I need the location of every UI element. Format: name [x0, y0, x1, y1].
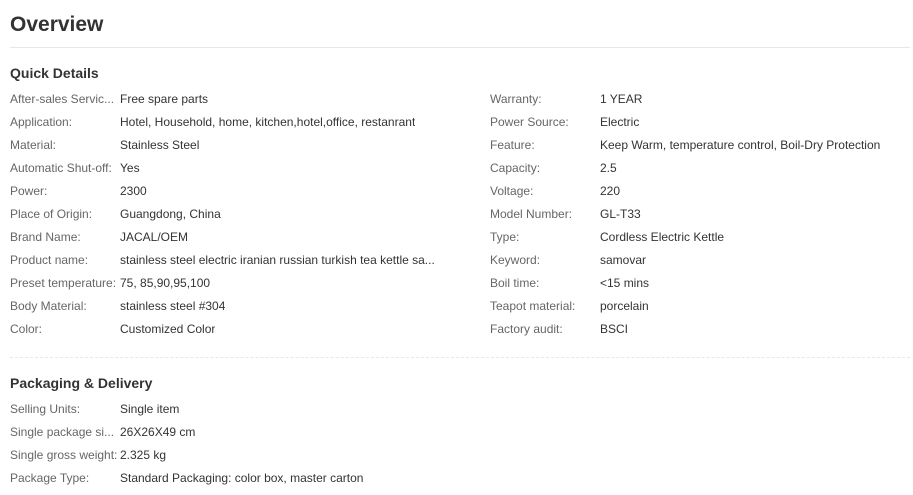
detail-value: Yes — [120, 161, 140, 175]
detail-label: After-sales Servic... — [10, 92, 115, 106]
detail-value: 1 YEAR — [600, 92, 643, 106]
detail-value: samovar — [600, 253, 647, 267]
detail-label: Feature: — [490, 138, 535, 152]
detail-value: Keep Warm, temperature control, Boil-Dry… — [600, 138, 881, 152]
detail-value: Guangdong, China — [120, 207, 221, 221]
detail-label: Color: — [10, 322, 43, 336]
detail-value: Hotel, Household, home, kitchen,hotel,of… — [120, 115, 416, 129]
detail-label: Brand Name: — [10, 230, 81, 244]
detail-label: Place of Origin: — [10, 207, 93, 221]
detail-row-type: Type: Cordless Electric Kettle — [490, 226, 910, 249]
detail-row-model-number: Model Number: GL-T33 — [490, 203, 910, 226]
detail-label: Power Source: — [490, 115, 569, 129]
packaging-label: Selling Units: — [10, 402, 81, 416]
detail-value: stainless steel #304 — [120, 299, 226, 313]
detail-label: Preset temperature: — [10, 276, 117, 290]
detail-row-body-material: Body Material: stainless steel #304 — [10, 295, 480, 318]
detail-row-keyword: Keyword: samovar — [490, 249, 910, 272]
page-title: Overview — [10, 13, 104, 36]
detail-row-automatic-shutoff: Automatic Shut-off: Yes — [10, 157, 480, 180]
detail-value: BSCI — [600, 322, 629, 336]
packaging-value: Single item — [120, 402, 180, 416]
detail-value: Electric — [600, 115, 640, 129]
detail-row-warranty: Warranty: 1 YEAR — [490, 88, 910, 111]
detail-row-power: Power: 2300 — [10, 180, 480, 203]
detail-value: 220 — [600, 184, 621, 198]
detail-value: porcelain — [600, 299, 649, 313]
packaging-value: 2.325 kg — [120, 448, 167, 462]
detail-row-voltage: Voltage: 220 — [490, 180, 910, 203]
packaging-label: Package Type: — [10, 471, 90, 485]
title-divider — [10, 47, 910, 48]
detail-label: Capacity: — [490, 161, 541, 175]
detail-label: Keyword: — [490, 253, 541, 267]
detail-label: Application: — [10, 115, 73, 129]
detail-value: 75, 85,90,95,100 — [120, 276, 211, 290]
detail-value: JACAL/OEM — [120, 230, 189, 244]
detail-row-color: Color: Customized Color — [10, 318, 480, 341]
detail-value: 2.5 — [600, 161, 617, 175]
detail-value: Free spare parts — [120, 92, 209, 106]
detail-label: Model Number: — [490, 207, 573, 221]
detail-label: Power: — [10, 184, 48, 198]
detail-row-product-name: Product name: stainless steel electric i… — [10, 249, 480, 272]
detail-row-material: Material: Stainless Steel — [10, 134, 480, 157]
detail-row-power-source: Power Source: Electric — [490, 111, 910, 134]
detail-value: Stainless Steel — [120, 138, 200, 152]
detail-label: Teapot material: — [490, 299, 576, 313]
detail-label: Product name: — [10, 253, 89, 267]
quick-details-right-column: Warranty: 1 YEAR Power Source: Electric … — [490, 88, 910, 341]
packaging-delivery-heading: Packaging & Delivery — [10, 375, 153, 391]
packaging-row-package-type: Package Type: Standard Packaging: color … — [10, 467, 480, 490]
detail-row-capacity: Capacity: 2.5 — [490, 157, 910, 180]
detail-row-feature: Feature: Keep Warm, temperature control,… — [490, 134, 910, 157]
quick-details-left-column: After-sales Servic... Free spare parts A… — [10, 88, 480, 341]
detail-value: GL-T33 — [600, 207, 641, 221]
detail-label: Body Material: — [10, 299, 87, 313]
detail-value: <15 mins — [600, 276, 650, 290]
quick-details-heading: Quick Details — [10, 65, 99, 81]
detail-row-after-sales: After-sales Servic... Free spare parts — [10, 88, 480, 111]
detail-value: 2300 — [120, 184, 147, 198]
packaging-value: 26X26X49 cm — [120, 425, 196, 439]
packaging-label: Single package si... — [10, 425, 115, 439]
packaging-value: Standard Packaging: color box, master ca… — [120, 471, 364, 485]
packaging-row-selling-units: Selling Units: Single item — [10, 398, 480, 421]
packaging-row-gross-weight: Single gross weight: 2.325 kg — [10, 444, 480, 467]
detail-label: Material: — [10, 138, 57, 152]
detail-value: Customized Color — [120, 322, 216, 336]
packaging-row-package-size: Single package si... 26X26X49 cm — [10, 421, 480, 444]
detail-row-factory-audit: Factory audit: BSCI — [490, 318, 910, 341]
detail-label: Factory audit: — [490, 322, 563, 336]
detail-row-boil-time: Boil time: <15 mins — [490, 272, 910, 295]
detail-label: Voltage: — [490, 184, 534, 198]
detail-label: Automatic Shut-off: — [10, 161, 112, 175]
detail-value: stainless steel electric iranian russian… — [120, 253, 435, 267]
packaging-label: Single gross weight: — [10, 448, 118, 462]
detail-value: Cordless Electric Kettle — [600, 230, 725, 244]
detail-row-preset-temperature: Preset temperature: 75, 85,90,95,100 — [10, 272, 480, 295]
detail-label: Boil time: — [490, 276, 540, 290]
detail-label: Warranty: — [490, 92, 542, 106]
packaging-column: Selling Units: Single item Single packag… — [10, 398, 480, 490]
detail-label: Type: — [490, 230, 520, 244]
detail-row-application: Application: Hotel, Household, home, kit… — [10, 111, 480, 134]
detail-row-teapot-material: Teapot material: porcelain — [490, 295, 910, 318]
detail-row-place-of-origin: Place of Origin: Guangdong, China — [10, 203, 480, 226]
detail-row-brand-name: Brand Name: JACAL/OEM — [10, 226, 480, 249]
section-divider — [10, 357, 910, 358]
